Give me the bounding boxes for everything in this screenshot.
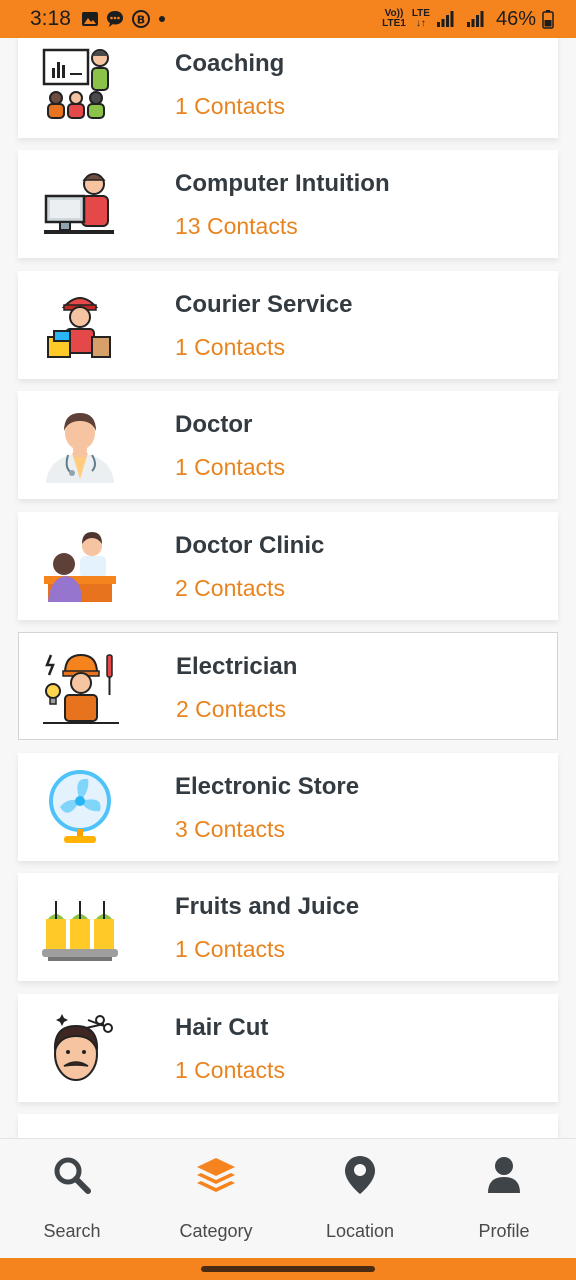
category-card-doctor-clinic[interactable]: Doctor Clinic 2 Contacts <box>18 512 558 620</box>
category-name: Doctor <box>175 411 253 438</box>
nav-label: Search <box>43 1221 101 1241</box>
volte-indicator: Vo)) LTE1 <box>382 8 406 29</box>
category-card-partial[interactable] <box>18 1114 558 1138</box>
b-app-icon: B <box>131 9 151 29</box>
category-count: 13 Contacts <box>175 213 298 239</box>
signal-icon <box>436 10 454 28</box>
category-card-coaching[interactable]: Coaching 1 Contacts <box>18 38 558 138</box>
search-icon <box>50 1153 94 1197</box>
category-card-doctor[interactable]: Doctor 1 Contacts <box>18 391 558 499</box>
clinic-icon <box>40 526 120 606</box>
courier-icon <box>40 285 120 365</box>
category-name: Doctor Clinic <box>175 532 325 559</box>
message-icon <box>105 9 125 29</box>
juice-icon <box>40 887 120 967</box>
doctor-icon <box>40 405 120 485</box>
computer-user-icon <box>40 164 120 244</box>
category-list[interactable]: Coaching 1 Contacts Computer Intuition 1… <box>0 38 576 1138</box>
category-card-fruits-and-juice[interactable]: Fruits and Juice 1 Contacts <box>18 873 558 981</box>
location-pin-icon <box>338 1153 382 1197</box>
category-count: 1 Contacts <box>175 936 285 962</box>
category-card-hair-cut[interactable]: Hair Cut 1 Contacts <box>18 994 558 1102</box>
category-card-electrician[interactable]: Electrician 2 Contacts <box>18 632 558 740</box>
category-count: 3 Contacts <box>175 816 285 842</box>
category-name: Electrician <box>176 653 298 680</box>
category-name: Courier Service <box>175 291 353 318</box>
category-count: 2 Contacts <box>175 575 285 601</box>
lte-indicator: LTE ↓↑ <box>411 8 430 29</box>
signal-icon-2 <box>466 10 484 28</box>
category-name: Hair Cut <box>175 1014 269 1041</box>
category-count: 1 Contacts <box>175 1057 285 1083</box>
nav-search[interactable]: Search <box>0 1139 144 1258</box>
status-time: 3:18 <box>30 7 71 30</box>
barber-icon <box>40 1008 120 1088</box>
home-indicator[interactable] <box>201 1266 375 1272</box>
nav-label: Category <box>179 1221 253 1241</box>
category-name: Electronic Store <box>175 773 360 800</box>
nav-category[interactable]: Category <box>144 1139 288 1258</box>
category-card-computer-intuition[interactable]: Computer Intuition 13 Contacts <box>18 150 558 258</box>
profile-icon <box>482 1153 526 1197</box>
category-count: 1 Contacts <box>175 334 285 360</box>
fan-icon <box>40 767 120 847</box>
category-name: Coaching <box>175 50 285 77</box>
dot-icon <box>157 14 167 24</box>
category-card-electronic-store[interactable]: Electronic Store 3 Contacts <box>18 753 558 861</box>
svg-text:B: B <box>137 14 145 27</box>
nav-label: Profile <box>478 1221 530 1241</box>
nav-label: Location <box>325 1221 395 1241</box>
category-card-courier-service[interactable]: Courier Service 1 Contacts <box>18 271 558 379</box>
nav-location[interactable]: Location <box>288 1139 432 1258</box>
battery-percent: 46% <box>495 7 536 30</box>
category-name: Computer Intuition <box>175 170 390 197</box>
nav-profile[interactable]: Profile <box>432 1139 576 1258</box>
bottom-navigation: Search Category Location Profile <box>0 1138 576 1258</box>
gallery-icon <box>81 10 99 28</box>
system-nav-bar <box>0 1258 576 1280</box>
category-count: 1 Contacts <box>175 93 285 119</box>
category-count: 2 Contacts <box>176 696 286 722</box>
category-name: Fruits and Juice <box>175 893 360 920</box>
status-right: Vo)) LTE1 LTE ↓↑ 46% <box>382 8 560 31</box>
electrician-icon <box>41 647 121 727</box>
category-count: 1 Contacts <box>175 454 285 480</box>
battery-icon <box>542 9 554 29</box>
teacher-icon <box>40 44 120 124</box>
layers-icon <box>194 1153 238 1197</box>
status-bar: 3:18 B Vo)) LTE1 LTE ↓↑ 46% <box>0 0 576 38</box>
